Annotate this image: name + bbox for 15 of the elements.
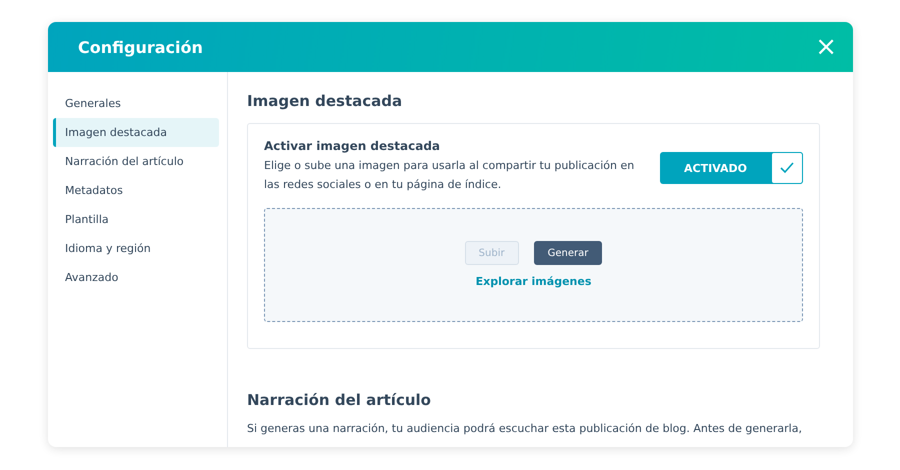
check-icon xyxy=(780,162,794,174)
sidebar-item[interactable]: Metadatos xyxy=(53,176,219,205)
card-description: Elige o sube una imagen para usarla al compartir tu publicación en las redes sociales o en tu página de índice. xyxy=(264,158,636,193)
section-title: Imagen destacada xyxy=(247,92,404,110)
sidebar-item[interactable]: Plantilla xyxy=(53,205,219,234)
window-title: Configuración xyxy=(78,38,203,56)
section-description: Si generas una narración, tu audiencia podrá escuchar esta publicación de blog. Antes de generarla, xyxy=(247,422,803,435)
section-title: Narración del artículo xyxy=(247,391,432,409)
sidebar-item[interactable]: Idioma y región xyxy=(53,234,219,263)
sidebar-item[interactable]: Generales xyxy=(53,89,219,118)
generate-button[interactable]: Generar xyxy=(534,241,602,265)
sidebar-item[interactable]: Imagen destacada xyxy=(53,118,219,147)
sidebar-item[interactable]: Narración del artículo xyxy=(53,147,219,176)
sidebar-item[interactable]: Avanzado xyxy=(53,263,219,292)
card-title: Activar imagen destacada xyxy=(264,139,442,153)
